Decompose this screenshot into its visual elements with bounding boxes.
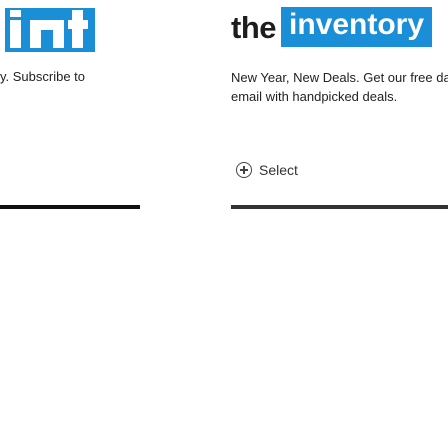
select-label: Select xyxy=(259,162,298,178)
newsletter-description: New Year, New Deals. Get our free daily … xyxy=(231,70,448,104)
logo-prefix: the xyxy=(231,9,277,45)
left-card-description: y. Subscribe to xyxy=(0,69,86,84)
logo-boxed-text: inventory xyxy=(281,7,433,47)
plus-circle-icon xyxy=(236,162,252,178)
inventory-logo-fragment-icon xyxy=(5,8,95,52)
right-card-divider xyxy=(231,205,448,209)
inventory-newsletter-card: the inventory New Year, New Deals. Get o… xyxy=(223,0,448,448)
left-card-divider xyxy=(0,205,140,209)
left-newsletter-card: y. Subscribe to xyxy=(0,0,150,448)
inventory-logo[interactable]: the inventory xyxy=(231,4,433,50)
select-newsletter-button[interactable]: Select xyxy=(236,162,298,178)
